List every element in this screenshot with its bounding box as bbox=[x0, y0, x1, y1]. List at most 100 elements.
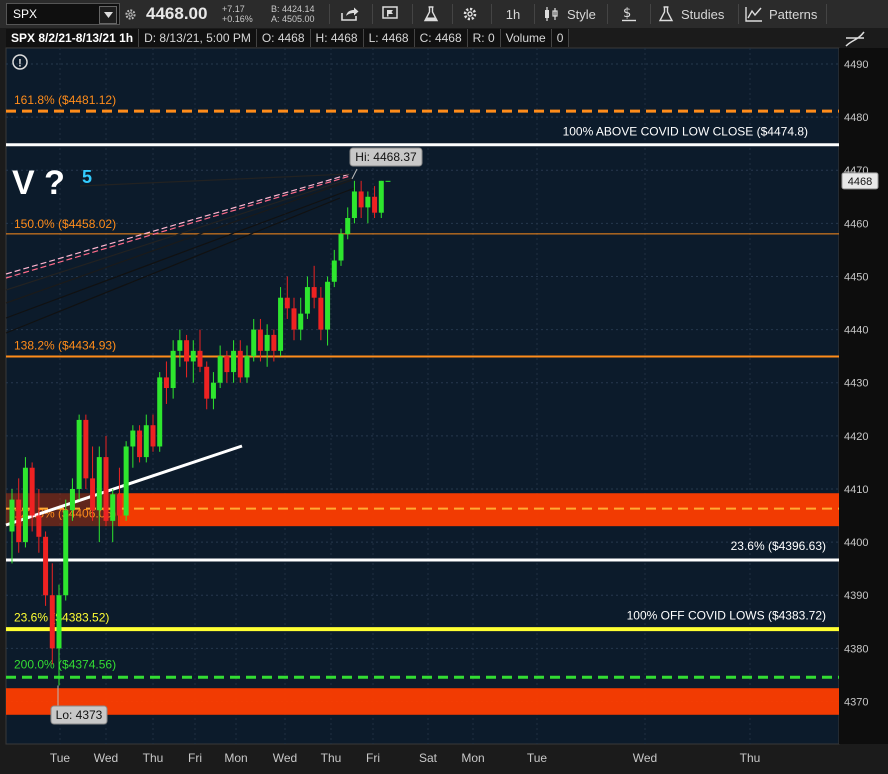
patterns-label: Patterns bbox=[769, 6, 818, 22]
candle-body bbox=[36, 515, 42, 537]
x-tick-label: Wed bbox=[94, 751, 118, 765]
chart-settings-button[interactable] bbox=[455, 0, 485, 28]
candle-body bbox=[130, 430, 136, 447]
symbol-settings-button[interactable] bbox=[121, 0, 139, 28]
patterns-icon bbox=[745, 7, 762, 22]
separator bbox=[412, 4, 413, 24]
x-tick-label: Wed bbox=[633, 751, 657, 765]
y-tick-label: 4430 bbox=[844, 378, 868, 390]
symbol-value: SPX bbox=[13, 7, 38, 21]
price-chart[interactable]: 4370 4380 4390 4400 4410 4420 4430 4440 4450 4460… bbox=[0, 28, 888, 774]
last-price-axis-label: 4468 bbox=[848, 176, 872, 188]
change-percent: +0.16% bbox=[222, 14, 253, 24]
candle-body bbox=[177, 340, 183, 351]
candlestick-icon bbox=[545, 7, 558, 21]
flask-icon bbox=[423, 6, 439, 22]
alert-icon-glyph: ! bbox=[18, 58, 22, 70]
separator bbox=[491, 4, 492, 24]
chart-title: SPX 8/2/21-8/13/21 1h bbox=[6, 29, 140, 47]
flask-button[interactable] bbox=[416, 0, 446, 28]
toolbar: SPX 4468.00 +7.17 +0.16% B: 4424.14 A: 4… bbox=[0, 0, 888, 29]
x-tick-label: Thu bbox=[321, 751, 342, 765]
candle-body bbox=[331, 260, 337, 282]
level-label: 23.6% ($4396.63) bbox=[731, 539, 826, 553]
candle-body bbox=[271, 334, 277, 351]
change-value: +7.17 bbox=[222, 4, 245, 14]
bid-ask: B: 4424.14 A: 4505.00 bbox=[271, 0, 315, 28]
candle-body bbox=[291, 308, 297, 330]
y-tick-label: 4480 bbox=[844, 112, 868, 124]
flag-icon bbox=[382, 6, 398, 19]
candle-body bbox=[49, 595, 55, 649]
candle-body bbox=[63, 510, 69, 596]
y-tick-label: 4400 bbox=[844, 537, 868, 549]
candle-body bbox=[116, 494, 122, 516]
candle-body bbox=[231, 350, 237, 373]
separator bbox=[534, 4, 535, 24]
style-button[interactable]: Style bbox=[543, 0, 596, 28]
y-tick-label: 4420 bbox=[844, 431, 868, 443]
candle-body bbox=[197, 350, 203, 367]
candle-body bbox=[9, 499, 15, 532]
bar-open: O: 4468 bbox=[257, 29, 311, 47]
candle-body bbox=[29, 467, 35, 516]
candle-body bbox=[150, 425, 156, 447]
candle-body bbox=[143, 425, 149, 458]
x-tick-label: Fri bbox=[188, 751, 202, 765]
candle-body bbox=[237, 350, 243, 378]
volume-value: 0 bbox=[552, 29, 570, 47]
candle-body bbox=[278, 297, 284, 351]
style-label: Style bbox=[567, 6, 596, 22]
candle-body bbox=[69, 488, 75, 511]
separator bbox=[650, 4, 651, 24]
wave-number: 5 bbox=[82, 167, 92, 187]
symbol-input[interactable]: SPX bbox=[6, 3, 120, 25]
x-tick-label: Mon bbox=[461, 751, 484, 765]
chart-info-bar: SPX 8/2/21-8/13/21 1h D: 8/13/21, 5:00 P… bbox=[6, 29, 570, 47]
y-tick-label: 4380 bbox=[844, 643, 868, 655]
candle-body bbox=[123, 446, 129, 516]
drawing-tools-button[interactable]: $ bbox=[613, 0, 645, 28]
level-label: 138.2% ($4434.93) bbox=[14, 339, 116, 353]
bar-high: H: 4468 bbox=[311, 29, 364, 47]
bid-value: B: 4424.14 bbox=[271, 4, 315, 14]
candle-body bbox=[163, 377, 169, 389]
candle-body bbox=[56, 595, 62, 649]
candle-body bbox=[43, 536, 49, 596]
candle-body bbox=[210, 382, 216, 399]
timeframe-button[interactable]: 1h bbox=[497, 0, 529, 28]
studies-button[interactable]: Studies bbox=[657, 0, 724, 28]
candle-body bbox=[16, 499, 22, 543]
separator bbox=[452, 4, 453, 24]
x-tick-label: Fri bbox=[366, 751, 380, 765]
x-tick-label: Sat bbox=[419, 751, 438, 765]
candle-body bbox=[251, 329, 257, 357]
share-icon bbox=[341, 7, 359, 21]
candle-body bbox=[96, 457, 102, 511]
candle-body bbox=[190, 350, 196, 362]
separator bbox=[329, 4, 330, 24]
candle-body bbox=[298, 313, 304, 330]
separator bbox=[607, 4, 608, 24]
flag-button[interactable] bbox=[376, 0, 406, 28]
y-tick-label: 4370 bbox=[844, 696, 868, 708]
level-label: 100% ABOVE COVID LOW CLOSE ($4474.8) bbox=[563, 125, 808, 139]
ask-value: A: 4505.00 bbox=[271, 14, 315, 24]
bar-low: L: 4468 bbox=[364, 29, 415, 47]
candle-body bbox=[137, 430, 143, 458]
x-tick-label: Thu bbox=[143, 751, 164, 765]
y-tick-label: 4460 bbox=[844, 218, 868, 230]
symbol-dropdown-button[interactable] bbox=[99, 6, 117, 24]
y-tick-label: 4440 bbox=[844, 325, 868, 337]
bar-date: D: 8/13/21, 5:00 PM bbox=[139, 29, 257, 47]
share-button[interactable] bbox=[334, 0, 366, 28]
patterns-button[interactable]: Patterns bbox=[745, 0, 817, 28]
bar-close: C: 4468 bbox=[415, 29, 468, 47]
candle-body bbox=[257, 329, 263, 351]
candle-body bbox=[378, 180, 384, 213]
candle-body bbox=[224, 356, 230, 373]
wave-annotation: V ? bbox=[12, 164, 65, 202]
x-tick-label: Thu bbox=[740, 751, 761, 765]
candle-body bbox=[358, 191, 364, 208]
x-tick-label: Tue bbox=[527, 751, 548, 765]
